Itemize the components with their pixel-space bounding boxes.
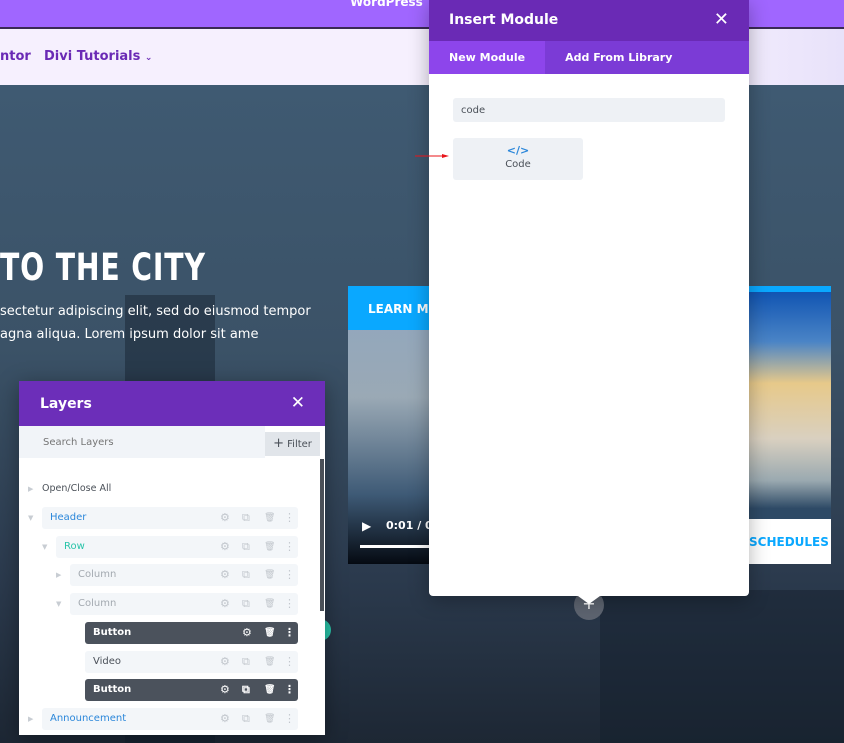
layer-label: Announcement	[50, 713, 127, 724]
video-progress-bar[interactable]	[360, 545, 430, 548]
module-code[interactable]: </> Code	[453, 138, 583, 180]
tab-add-from-library[interactable]: Add From Library	[545, 41, 692, 74]
layer-section[interactable]: Announcement ⚙ ⧉ 🗑 ⋮	[42, 708, 298, 730]
card-stripe	[749, 286, 831, 292]
layer-label: Row	[64, 541, 85, 552]
scrollbar[interactable]	[320, 459, 324, 611]
modal-pointer	[578, 596, 600, 604]
more-icon[interactable]: ⋮	[284, 593, 295, 615]
more-icon[interactable]: ⋮	[284, 622, 295, 644]
gear-icon[interactable]: ⚙	[220, 651, 230, 673]
trash-icon[interactable]: 🗑	[264, 507, 275, 529]
filter-button[interactable]: + Filter	[265, 432, 320, 456]
plus-icon: +	[273, 436, 284, 451]
trash-icon[interactable]: 🗑	[264, 651, 275, 673]
duplicate-icon[interactable]: ⧉	[242, 593, 250, 615]
schedules-button[interactable]: SCHEDULES	[749, 519, 831, 564]
more-icon[interactable]: ⋮	[284, 507, 295, 529]
trash-icon[interactable]: 🗑	[264, 708, 275, 730]
search-layers-input[interactable]	[19, 426, 265, 458]
modal-title: Insert Module	[449, 12, 559, 28]
caret-down-icon[interactable]: ▼	[42, 543, 47, 551]
layer-label: Header	[50, 512, 87, 523]
more-icon[interactable]: ⋮	[284, 651, 295, 673]
duplicate-icon[interactable]: ⧉	[242, 564, 250, 586]
duplicate-icon[interactable]: ⧉	[242, 536, 250, 558]
gear-icon[interactable]: ⚙	[220, 536, 230, 558]
layer-row[interactable]: Row ⚙ ⧉ 🗑 ⋮	[56, 536, 298, 558]
nav-link-label: Divi Tutorials	[44, 49, 141, 64]
caret-right-icon[interactable]: ▶	[28, 715, 33, 723]
gear-icon[interactable]: ⚙	[220, 507, 230, 529]
trash-icon[interactable]: 🗑	[264, 564, 275, 586]
gear-icon[interactable]: ⚙	[220, 564, 230, 586]
layers-panel: Layers ✕ + Filter ▶ Open/Close All ▼ Head…	[19, 381, 325, 735]
layer-label: Column	[78, 598, 117, 609]
insert-module-modal: Insert Module ✕ New Module Add From Libr…	[429, 0, 749, 596]
layer-label: Column	[78, 569, 117, 580]
nav-link[interactable]: ntor	[0, 49, 31, 64]
caret-right-icon[interactable]: ▶	[56, 571, 61, 579]
more-icon[interactable]: ⋮	[284, 536, 295, 558]
layer-label: Button	[93, 627, 132, 638]
layer-label: Video	[93, 656, 122, 667]
layer-module[interactable]: Button ⚙ 🗑 ⋮	[85, 622, 298, 644]
layers-title: Layers	[40, 396, 92, 412]
layer-column[interactable]: Column ⚙ ⧉ 🗑 ⋮	[70, 593, 298, 615]
trash-icon[interactable]: 🗑	[264, 622, 275, 644]
play-icon[interactable]: ▶	[362, 519, 371, 533]
trash-icon[interactable]: 🗑	[264, 536, 275, 558]
caret-right-icon[interactable]: ▶	[28, 485, 33, 493]
hero-title: TO THE CITY	[0, 246, 206, 289]
more-icon[interactable]: ⋮	[284, 708, 295, 730]
modal-header: Insert Module	[429, 0, 749, 41]
duplicate-icon[interactable]: ⧉	[242, 679, 250, 701]
layer-module[interactable]: Button ⚙ ⧉ 🗑 ⋮	[85, 679, 298, 701]
module-label: Code	[505, 159, 531, 170]
duplicate-icon[interactable]: ⧉	[242, 708, 250, 730]
red-arrow-annotation	[415, 154, 449, 158]
nav-link-divi-tutorials[interactable]: Divi Tutorials ⌄	[44, 49, 152, 64]
gear-icon[interactable]: ⚙	[220, 679, 230, 701]
hero-text: agna aliqua. Lorem ipsum dolor sit ame	[0, 327, 259, 342]
layer-label: Button	[93, 684, 132, 695]
filter-label: Filter	[287, 439, 312, 450]
layer-column[interactable]: Column ⚙ ⧉ 🗑 ⋮	[70, 564, 298, 586]
gear-icon[interactable]: ⚙	[220, 708, 230, 730]
chevron-down-icon: ⌄	[144, 53, 153, 63]
trash-icon[interactable]: 🗑	[264, 593, 275, 615]
module-search-input[interactable]	[453, 98, 725, 122]
duplicate-icon[interactable]: ⧉	[242, 651, 250, 673]
close-icon[interactable]: ✕	[291, 393, 305, 413]
caret-down-icon[interactable]: ▼	[56, 600, 61, 608]
caret-down-icon[interactable]: ▼	[28, 514, 33, 522]
close-icon[interactable]: ✕	[714, 9, 729, 30]
duplicate-icon[interactable]: ⧉	[242, 507, 250, 529]
layers-header: Layers	[19, 381, 325, 426]
learn-more-button[interactable]: LEARN MORE	[348, 286, 438, 330]
trash-icon[interactable]: 🗑	[264, 679, 275, 701]
hero-text: sectetur adipiscing elit, sed do eiusmod…	[0, 304, 311, 319]
layer-module[interactable]: Video ⚙ ⧉ 🗑 ⋮	[85, 651, 298, 673]
layer-section[interactable]: Header ⚙ ⧉ 🗑 ⋮	[42, 507, 298, 529]
gear-icon[interactable]: ⚙	[242, 622, 252, 644]
gear-icon[interactable]: ⚙	[220, 593, 230, 615]
video-time: 0:01 / 0:0	[386, 519, 430, 532]
open-close-all[interactable]: Open/Close All	[42, 483, 111, 494]
building-bg	[600, 590, 844, 743]
code-icon: </>	[506, 144, 530, 157]
more-icon[interactable]: ⋮	[284, 564, 295, 586]
modal-tabs: New Module Add From Library	[429, 41, 749, 74]
more-icon[interactable]: ⋮	[284, 679, 295, 701]
tab-new-module[interactable]: New Module	[429, 41, 546, 74]
